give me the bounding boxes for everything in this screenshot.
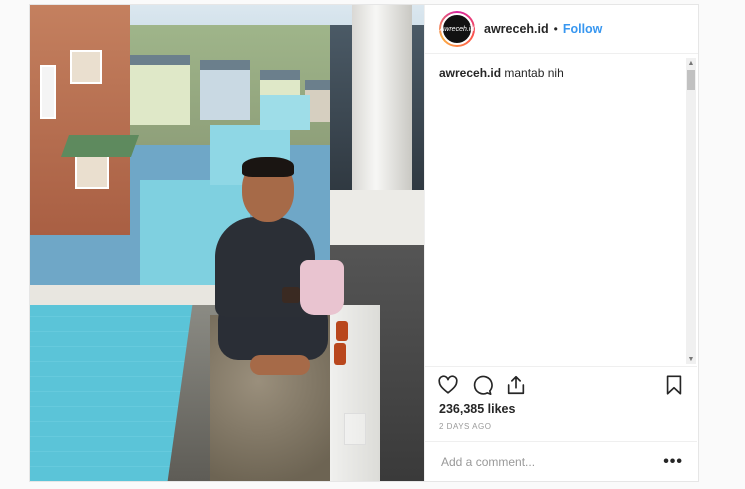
photo-building [30, 5, 130, 235]
caption-text: mantab nih [504, 66, 564, 80]
comment-input[interactable] [439, 453, 664, 470]
photo-window [75, 155, 109, 189]
photo-bottle [336, 321, 348, 341]
page-background: Awreceh.id awreceh.id • Follow awreceh.i… [0, 0, 745, 489]
caption-username[interactable]: awreceh.id [439, 66, 501, 80]
comments-area: awreceh.id mantab nih [425, 54, 697, 366]
photo-person-feet [250, 355, 310, 375]
instagram-post: Awreceh.id awreceh.id • Follow awreceh.i… [29, 4, 699, 482]
post-header: Awreceh.id awreceh.id • Follow [425, 5, 698, 54]
photo-window [70, 50, 102, 84]
add-comment-bar: ••• [425, 441, 697, 481]
photo-cup [282, 287, 300, 303]
post-timestamp[interactable]: 2 DAYS AGO [439, 422, 491, 431]
photo-house [130, 55, 190, 125]
scroll-up-arrow-icon[interactable]: ▲ [686, 58, 696, 68]
photo-bottle [334, 343, 346, 365]
follow-button[interactable]: Follow [563, 22, 603, 36]
photo-pillar [352, 5, 412, 220]
comments-scrollbar[interactable]: ▲ ▼ [686, 58, 696, 364]
photo-pillar-base [330, 190, 424, 250]
share-icon[interactable] [505, 374, 527, 396]
post-sidebar: Awreceh.id awreceh.id • Follow awreceh.i… [424, 5, 698, 481]
separator-dot: • [553, 22, 558, 36]
photo-pool-channel [260, 95, 310, 130]
photo-jug [300, 260, 344, 315]
bookmark-icon[interactable] [663, 374, 685, 396]
comment-icon[interactable] [471, 374, 493, 396]
more-options-icon[interactable]: ••• [663, 453, 683, 471]
action-bar [425, 366, 697, 402]
likes-count[interactable]: 236,385 likes [439, 402, 515, 416]
photo-glass [344, 413, 366, 445]
avatar-story-ring[interactable]: Awreceh.id [439, 11, 475, 47]
scroll-down-arrow-icon[interactable]: ▼ [686, 354, 696, 364]
photo-column [40, 65, 56, 119]
avatar[interactable]: Awreceh.id [440, 13, 474, 45]
heart-icon[interactable] [437, 374, 459, 396]
scrollbar-thumb[interactable] [687, 70, 695, 90]
photo-house [200, 60, 250, 120]
username-link[interactable]: awreceh.id [484, 22, 549, 36]
photo-roof [60, 135, 140, 157]
photo-person-hair [242, 157, 294, 177]
post-photo[interactable] [30, 5, 424, 481]
